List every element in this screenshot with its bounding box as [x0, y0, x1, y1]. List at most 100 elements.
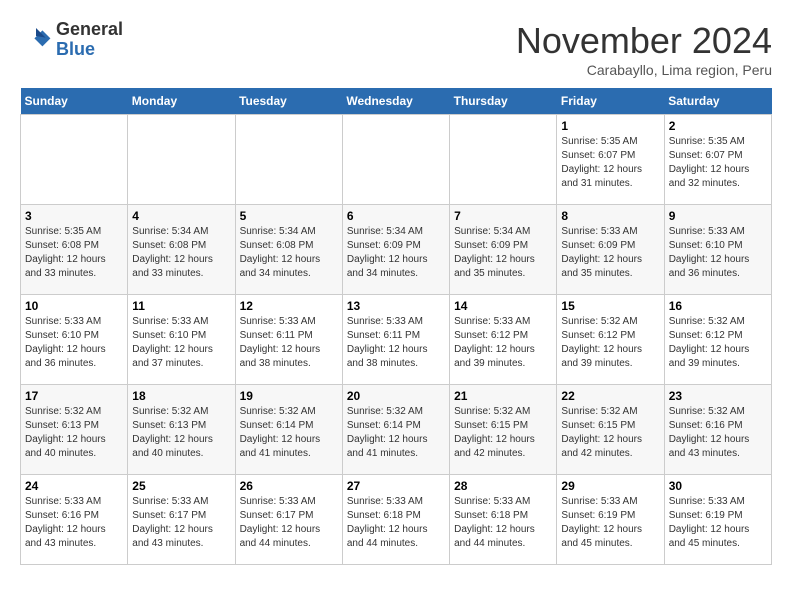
day-info-line: Sunrise: 5:32 AM: [240, 405, 338, 419]
day-info-line: Sunset: 6:07 PM: [561, 149, 659, 163]
weekday-header-thursday: Thursday: [450, 88, 557, 115]
calendar-cell: 1 Sunrise: 5:35 AMSunset: 6:07 PMDaylight…: [557, 115, 664, 205]
calendar-cell: 23Sunrise: 5:32 AMSunset: 6:16 PMDayligh…: [664, 385, 771, 475]
day-info: Sunrise: 5:33 AMSunset: 6:10 PMDaylight:…: [25, 315, 123, 371]
calendar-cell: 14Sunrise: 5:33 AMSunset: 6:12 PMDayligh…: [450, 295, 557, 385]
day-number: 6: [347, 209, 445, 223]
calendar-cell: [342, 115, 449, 205]
calendar-cell: 28Sunrise: 5:33 AMSunset: 6:18 PMDayligh…: [450, 475, 557, 565]
day-info-line: Daylight: 12 hours and 33 minutes.: [25, 253, 123, 281]
day-number: 22: [561, 389, 659, 403]
day-info-line: Sunrise: 5:33 AM: [240, 315, 338, 329]
weekday-header-saturday: Saturday: [664, 88, 771, 115]
calendar-cell: 26Sunrise: 5:33 AMSunset: 6:17 PMDayligh…: [235, 475, 342, 565]
day-number: 29: [561, 479, 659, 493]
day-info: Sunrise: 5:32 AMSunset: 6:14 PMDaylight:…: [240, 405, 338, 461]
day-info-line: Daylight: 12 hours and 44 minutes.: [347, 523, 445, 551]
calendar-cell: 3Sunrise: 5:35 AMSunset: 6:08 PMDaylight…: [21, 205, 128, 295]
logo: General Blue: [20, 20, 123, 60]
calendar-cell: 20Sunrise: 5:32 AMSunset: 6:14 PMDayligh…: [342, 385, 449, 475]
calendar-cell: [128, 115, 235, 205]
day-number: 16: [669, 299, 767, 313]
day-info-line: Sunrise: 5:32 AM: [347, 405, 445, 419]
day-number: 24: [25, 479, 123, 493]
calendar-cell: 12Sunrise: 5:33 AMSunset: 6:11 PMDayligh…: [235, 295, 342, 385]
calendar-cell: 15Sunrise: 5:32 AMSunset: 6:12 PMDayligh…: [557, 295, 664, 385]
day-info-line: Daylight: 12 hours and 40 minutes.: [132, 433, 230, 461]
day-info-line: Daylight: 12 hours and 37 minutes.: [132, 343, 230, 371]
day-number: 18: [132, 389, 230, 403]
day-info-line: Sunset: 6:17 PM: [132, 509, 230, 523]
day-info-line: Sunset: 6:10 PM: [132, 329, 230, 343]
day-number: 25: [132, 479, 230, 493]
day-info-line: Sunrise: 5:33 AM: [454, 495, 552, 509]
day-info-line: Sunset: 6:19 PM: [669, 509, 767, 523]
day-info-line: Sunset: 6:09 PM: [347, 239, 445, 253]
day-info-line: Sunset: 6:19 PM: [561, 509, 659, 523]
day-info: Sunrise: 5:35 AMSunset: 6:07 PMDaylight:…: [561, 135, 659, 191]
day-number: 27: [347, 479, 445, 493]
calendar-cell: 21Sunrise: 5:32 AMSunset: 6:15 PMDayligh…: [450, 385, 557, 475]
day-info-line: Sunrise: 5:32 AM: [669, 405, 767, 419]
logo-icon: [20, 24, 52, 56]
calendar-cell: 19 Sunrise: 5:32 AMSunset: 6:14 PMDayligh…: [235, 385, 342, 475]
calendar-cell: [21, 115, 128, 205]
day-info-line: Sunrise: 5:33 AM: [669, 495, 767, 509]
day-number: 26: [240, 479, 338, 493]
day-info-line: Sunrise: 5:33 AM: [25, 315, 123, 329]
day-info-line: Sunset: 6:11 PM: [240, 329, 338, 343]
day-info: Sunrise: 5:34 AMSunset: 6:09 PMDaylight:…: [454, 225, 552, 281]
day-info-line: Sunset: 6:18 PM: [454, 509, 552, 523]
day-info-line: Sunrise: 5:32 AM: [669, 315, 767, 329]
week-row-3: 10Sunrise: 5:33 AMSunset: 6:10 PMDayligh…: [21, 295, 772, 385]
day-number: 28: [454, 479, 552, 493]
day-info-line: Sunset: 6:08 PM: [240, 239, 338, 253]
day-info-line: Daylight: 12 hours and 44 minutes.: [240, 523, 338, 551]
day-info-line: Sunset: 6:08 PM: [25, 239, 123, 253]
day-info: Sunrise: 5:32 AMSunset: 6:12 PMDaylight:…: [669, 315, 767, 371]
day-info-line: Sunrise: 5:35 AM: [25, 225, 123, 239]
day-info: Sunrise: 5:33 AMSunset: 6:09 PMDaylight:…: [561, 225, 659, 281]
day-info: Sunrise: 5:32 AMSunset: 6:16 PMDaylight:…: [669, 405, 767, 461]
day-info: Sunrise: 5:33 AMSunset: 6:10 PMDaylight:…: [669, 225, 767, 281]
day-number: 1: [561, 119, 659, 133]
calendar-table: SundayMondayTuesdayWednesdayThursdayFrid…: [20, 88, 772, 565]
day-info-line: Sunrise: 5:35 AM: [669, 135, 767, 149]
day-info: Sunrise: 5:32 AMSunset: 6:13 PMDaylight:…: [25, 405, 123, 461]
calendar-cell: 11 Sunrise: 5:33 AMSunset: 6:10 PMDayligh…: [128, 295, 235, 385]
day-number: 20: [347, 389, 445, 403]
day-info: Sunrise: 5:35 AMSunset: 6:08 PMDaylight:…: [25, 225, 123, 281]
day-info-line: Sunset: 6:12 PM: [669, 329, 767, 343]
day-info: Sunrise: 5:33 AMSunset: 6:10 PMDaylight:…: [132, 315, 230, 371]
weekday-header-wednesday: Wednesday: [342, 88, 449, 115]
day-info-line: Daylight: 12 hours and 32 minutes.: [669, 163, 767, 191]
day-number: 11: [132, 299, 230, 313]
day-info-line: Sunrise: 5:33 AM: [561, 225, 659, 239]
day-info-line: Sunset: 6:09 PM: [561, 239, 659, 253]
calendar-cell: 6 Sunrise: 5:34 AMSunset: 6:09 PMDaylight…: [342, 205, 449, 295]
header: General Blue November 2024 Carabayllo, L…: [20, 20, 772, 78]
day-info-line: Sunset: 6:15 PM: [454, 419, 552, 433]
calendar-cell: 2Sunrise: 5:35 AMSunset: 6:07 PMDaylight…: [664, 115, 771, 205]
day-info-line: Sunset: 6:10 PM: [25, 329, 123, 343]
day-info-line: Sunrise: 5:34 AM: [454, 225, 552, 239]
day-info-line: Sunset: 6:09 PM: [454, 239, 552, 253]
day-info-line: Sunrise: 5:33 AM: [347, 495, 445, 509]
day-info-line: Sunset: 6:10 PM: [669, 239, 767, 253]
day-info-line: Daylight: 12 hours and 35 minutes.: [454, 253, 552, 281]
day-info-line: Daylight: 12 hours and 43 minutes.: [669, 433, 767, 461]
day-number: 9: [669, 209, 767, 223]
day-info-line: Sunset: 6:17 PM: [240, 509, 338, 523]
week-row-4: 17Sunrise: 5:32 AMSunset: 6:13 PMDayligh…: [21, 385, 772, 475]
day-number: 2: [669, 119, 767, 133]
logo-general-text: General: [56, 20, 123, 40]
calendar-cell: 18Sunrise: 5:32 AMSunset: 6:13 PMDayligh…: [128, 385, 235, 475]
day-info-line: Daylight: 12 hours and 34 minutes.: [240, 253, 338, 281]
day-number: 19: [240, 389, 338, 403]
calendar-cell: 7Sunrise: 5:34 AMSunset: 6:09 PMDaylight…: [450, 205, 557, 295]
day-info: Sunrise: 5:34 AMSunset: 6:09 PMDaylight:…: [347, 225, 445, 281]
day-info-line: Daylight: 12 hours and 38 minutes.: [240, 343, 338, 371]
day-info-line: Sunset: 6:16 PM: [25, 509, 123, 523]
day-info-line: Sunrise: 5:34 AM: [347, 225, 445, 239]
day-info-line: Sunrise: 5:32 AM: [561, 405, 659, 419]
